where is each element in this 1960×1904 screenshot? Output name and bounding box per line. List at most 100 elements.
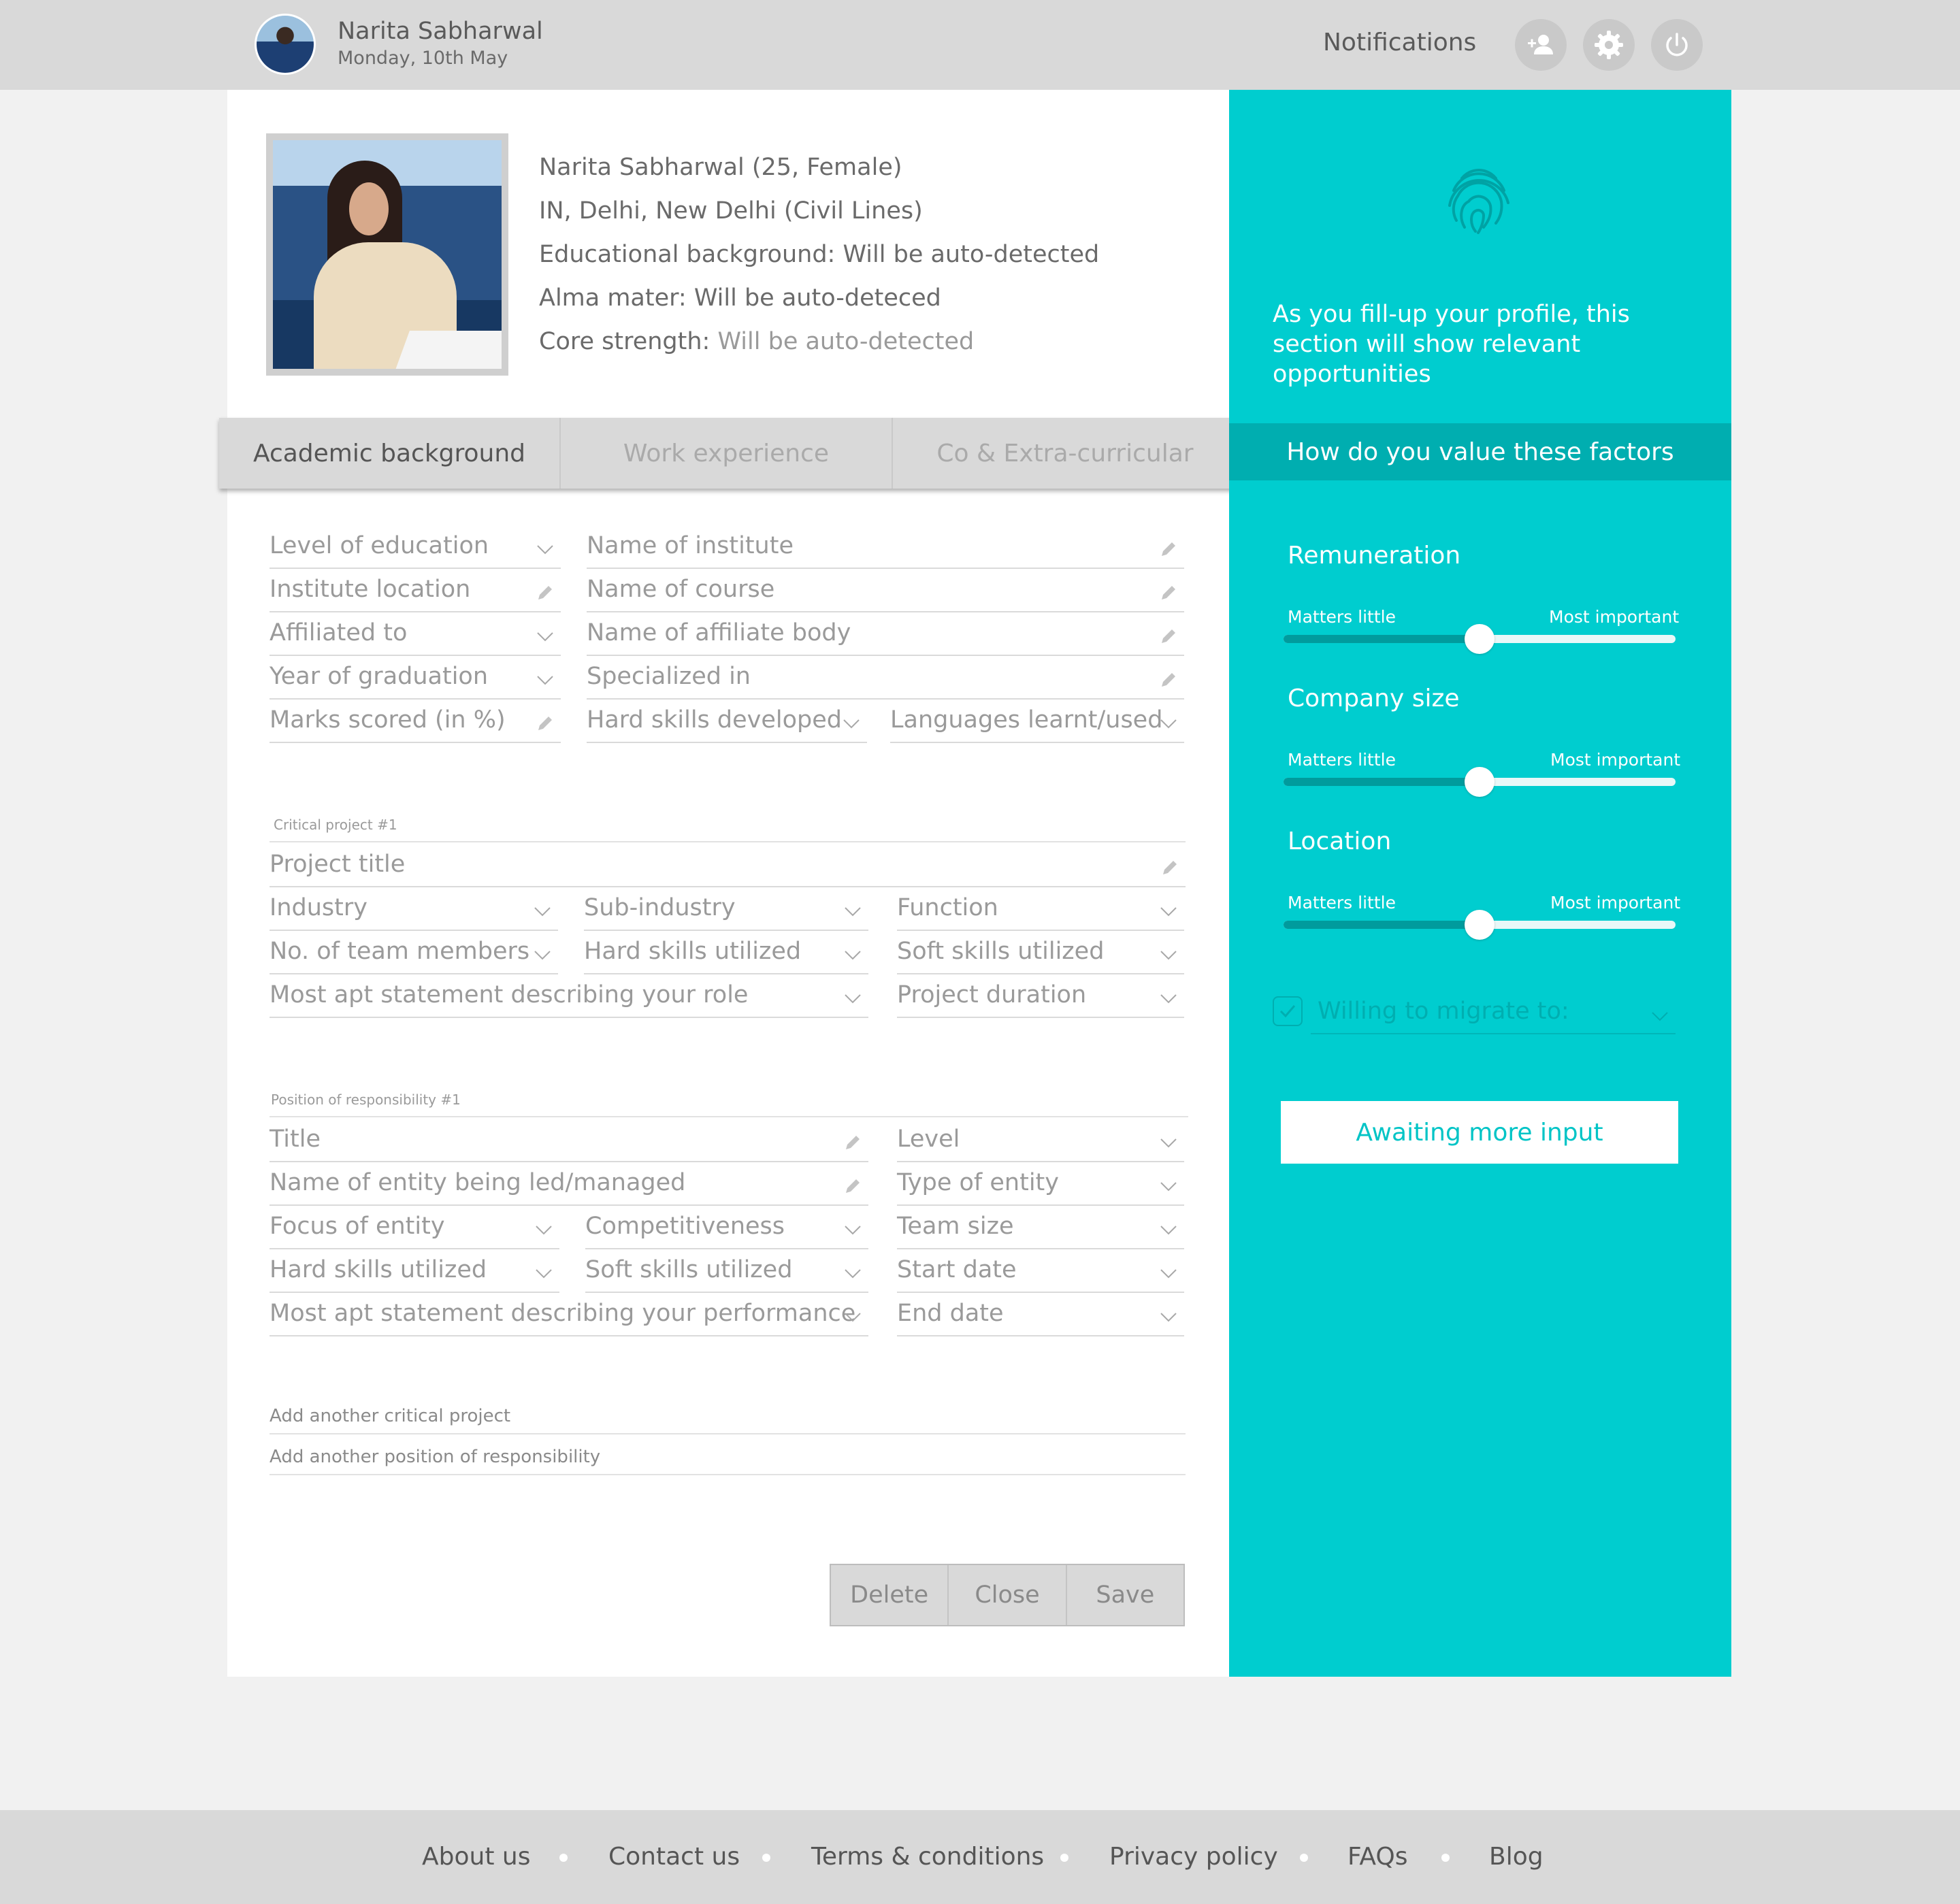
footer-link-faqs[interactable]: FAQs xyxy=(1348,1843,1408,1871)
entity-name-input[interactable]: Name of entity being led/managed xyxy=(270,1164,868,1206)
field-label: Industry xyxy=(270,894,368,921)
field-label: Year of graduation xyxy=(270,663,489,690)
chevron-down-icon xyxy=(537,632,553,642)
field-label: Hard skills utilized xyxy=(270,1256,487,1283)
slider-max-label: Most important xyxy=(1550,893,1681,913)
function-select[interactable]: Function xyxy=(897,889,1184,931)
project-title-input[interactable]: Project title xyxy=(270,845,1186,887)
divider xyxy=(270,1433,1186,1434)
project-hard-skills-select[interactable]: Hard skills utilized xyxy=(584,932,868,974)
profile-core-strength-line: Core strength: Will be auto-detected xyxy=(539,328,974,355)
field-label: Institute location xyxy=(270,576,471,603)
project-duration-select[interactable]: Project duration xyxy=(897,976,1184,1018)
migrate-checkbox[interactable] xyxy=(1273,996,1303,1026)
industry-select[interactable]: Industry xyxy=(270,889,558,931)
entity-focus-select[interactable]: Focus of entity xyxy=(270,1207,559,1249)
avatar[interactable] xyxy=(255,14,316,75)
position-soft-skills-select[interactable]: Soft skills utilized xyxy=(585,1251,868,1293)
footer-link-blog[interactable]: Blog xyxy=(1489,1843,1544,1871)
footer-link-contact[interactable]: Contact us xyxy=(608,1843,740,1871)
sub-industry-select[interactable]: Sub-industry xyxy=(584,889,868,931)
specialization-input[interactable]: Specialized in xyxy=(587,657,1184,700)
position-level-select[interactable]: Level xyxy=(897,1120,1184,1162)
add-position-link[interactable]: Add another position of responsibility xyxy=(270,1447,600,1467)
notifications-link[interactable]: Notifications xyxy=(1323,29,1476,56)
slider-fill xyxy=(1284,921,1480,929)
position-title-input[interactable]: Title xyxy=(270,1120,868,1162)
footer-separator xyxy=(559,1854,568,1862)
affiliate-body-input[interactable]: Name of affiliate body xyxy=(587,614,1184,656)
field-label: Name of course xyxy=(587,576,775,603)
core-strength-label: Core strength: xyxy=(539,328,718,355)
competitiveness-select[interactable]: Competitiveness xyxy=(585,1207,868,1249)
marks-scored-input[interactable]: Marks scored (in %) xyxy=(270,701,561,743)
add-person-icon xyxy=(1528,35,1553,54)
field-label: Project duration xyxy=(897,981,1087,1008)
profile-education-line: Educational background: Will be auto-det… xyxy=(539,241,1100,268)
form-actions: Delete Close Save xyxy=(830,1564,1185,1626)
chevron-down-icon xyxy=(1160,1226,1177,1235)
end-date-select[interactable]: End date xyxy=(897,1294,1184,1336)
delete-button[interactable]: Delete xyxy=(831,1565,949,1625)
field-label: Function xyxy=(897,894,998,921)
pencil-icon xyxy=(538,717,552,730)
gear-icon xyxy=(1595,31,1623,59)
footer-separator xyxy=(1300,1854,1308,1862)
save-button[interactable]: Save xyxy=(1067,1565,1183,1625)
tab-academic-background[interactable]: Academic background xyxy=(219,418,561,489)
add-critical-project-link[interactable]: Add another critical project xyxy=(270,1406,510,1426)
affiliated-to-select[interactable]: Affiliated to xyxy=(270,614,561,656)
field-label: Level of education xyxy=(270,532,489,559)
project-soft-skills-select[interactable]: Soft skills utilized xyxy=(897,932,1184,974)
languages-select[interactable]: Languages learnt/used xyxy=(890,701,1184,743)
footer-link-about[interactable]: About us xyxy=(422,1843,530,1871)
logout-button[interactable] xyxy=(1651,19,1703,71)
tab-extra-curricular[interactable]: Co & Extra-curricular xyxy=(893,418,1237,489)
panel-message: As you fill-up your profile, this sectio… xyxy=(1273,301,1630,388)
remuneration-slider[interactable] xyxy=(1284,624,1676,654)
team-members-select[interactable]: No. of team members xyxy=(270,932,558,974)
close-button[interactable]: Close xyxy=(949,1565,1067,1625)
field-label: Most apt statement describing your role xyxy=(270,981,749,1008)
team-size-select[interactable]: Team size xyxy=(897,1207,1184,1249)
field-label: Team size xyxy=(897,1213,1014,1240)
field-label: Languages learnt/used xyxy=(890,706,1163,734)
slider-min-label: Matters little xyxy=(1288,893,1396,913)
hard-skills-developed-select[interactable]: Hard skills developed xyxy=(587,701,867,743)
pencil-icon xyxy=(846,1179,860,1193)
chevron-down-icon xyxy=(845,1226,861,1235)
slider-handle[interactable] xyxy=(1465,624,1494,654)
chevron-down-icon xyxy=(1160,1182,1177,1192)
course-name-input[interactable]: Name of course xyxy=(587,570,1184,612)
start-date-select[interactable]: Start date xyxy=(897,1251,1184,1293)
slider-max-label: Most important xyxy=(1550,750,1681,770)
footer-link-terms[interactable]: Terms & conditions xyxy=(811,1843,1044,1871)
company-size-slider[interactable] xyxy=(1284,767,1676,797)
field-label: Most apt statement describing your perfo… xyxy=(270,1300,856,1327)
institute-location-input[interactable]: Institute location xyxy=(270,570,561,612)
chevron-down-icon xyxy=(845,907,861,917)
slider-handle[interactable] xyxy=(1465,767,1494,797)
graduation-year-select[interactable]: Year of graduation xyxy=(270,657,561,700)
location-slider[interactable] xyxy=(1284,910,1676,940)
role-statement-select[interactable]: Most apt statement describing your role xyxy=(270,976,868,1018)
footer-link-privacy[interactable]: Privacy policy xyxy=(1109,1843,1278,1871)
entity-type-select[interactable]: Type of entity xyxy=(897,1164,1184,1206)
level-of-education-select[interactable]: Level of education xyxy=(270,527,561,569)
institute-name-input[interactable]: Name of institute xyxy=(587,527,1184,569)
migrate-location-select[interactable]: Willing to migrate to: xyxy=(1311,994,1676,1034)
performance-statement-select[interactable]: Most apt statement describing your perfo… xyxy=(270,1294,868,1336)
slider-handle[interactable] xyxy=(1465,910,1494,940)
position-hard-skills-select[interactable]: Hard skills utilized xyxy=(270,1251,559,1293)
settings-button[interactable] xyxy=(1583,19,1635,71)
chevron-down-icon xyxy=(536,1269,552,1279)
awaiting-input-button[interactable]: Awaiting more input xyxy=(1281,1101,1678,1164)
profile-alma-mater-line: Alma mater: Will be auto-deteced xyxy=(539,284,941,312)
pencil-icon xyxy=(538,586,552,600)
chevron-down-icon xyxy=(537,676,553,685)
field-label: Affiliated to xyxy=(270,619,408,646)
field-label: Competitiveness xyxy=(585,1213,785,1240)
field-label: Name of entity being led/managed xyxy=(270,1169,686,1196)
add-person-button[interactable] xyxy=(1515,19,1567,71)
tab-work-experience[interactable]: Work experience xyxy=(561,418,893,489)
